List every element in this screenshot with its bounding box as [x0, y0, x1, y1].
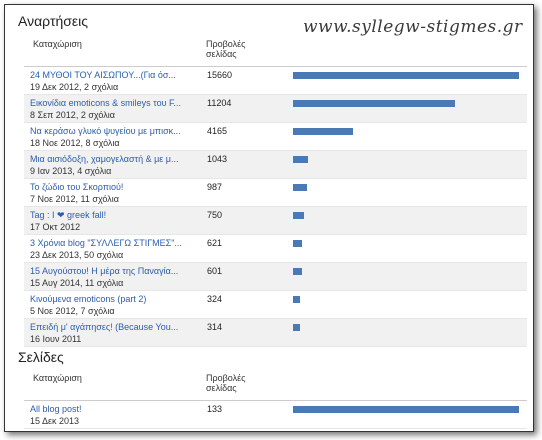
entry-meta: 18 Νοε 2012, 8 σχόλια — [30, 138, 120, 148]
table-row: Κινούμενα emoticons (part 2) 5 Νοε 2012, … — [24, 291, 527, 319]
entry-title-link[interactable]: All blog post! — [30, 404, 200, 414]
table-row: Να κεράσω γλυκό ψυγείου με μπισκ... 18 Νο… — [24, 123, 527, 151]
views-bar — [293, 406, 519, 413]
views-count: 621 — [207, 238, 223, 248]
entry-meta: 7 Νοε 2012, 11 σχόλια — [30, 194, 119, 204]
posts-section-title: Αναρτήσεις — [18, 13, 88, 29]
entry-meta: 5 Νοε 2012, 7 σχόλια — [30, 306, 115, 316]
pages-table-header: Καταχώριση Προβολές σελίδας — [24, 373, 527, 401]
views-bar-track — [293, 184, 519, 191]
entry-meta: 16 Ιουν 2011 — [30, 334, 82, 344]
views-bar — [293, 296, 300, 303]
views-bar — [293, 156, 309, 163]
views-bar — [293, 324, 300, 331]
stats-panel: Αναρτήσεις www.syllegw-stigmes.gr Καταχώ… — [4, 4, 534, 432]
views-count: 750 — [207, 210, 223, 220]
entry-title-link[interactable]: 15 Αυγούστου! Η μέρα της Παναγία... — [30, 266, 200, 276]
views-bar-track — [293, 72, 519, 79]
entry-title-link[interactable]: Επειδή μ' αγάπησες! (Because You... — [30, 322, 200, 332]
pages-rows: All blog post! 15 Δεκ 2013 133 — [24, 401, 527, 429]
views-count: 314 — [207, 322, 223, 332]
entry-meta: 17 Οκτ 2012 — [30, 222, 81, 232]
site-watermark: www.syllegw-stigmes.gr — [303, 17, 523, 37]
entry-meta: 15 Αυγ 2014, 11 σχόλια — [30, 278, 124, 288]
views-bar — [293, 212, 304, 219]
views-bar — [293, 100, 455, 107]
posts-table-header: Καταχώριση Προβολές σελίδας — [24, 39, 527, 67]
entry-title-link[interactable]: Μια αισιόδοξη, χαμογελαστή & με μ... — [30, 154, 200, 164]
views-bar-track — [293, 240, 519, 247]
pages-section-title: Σελίδες — [18, 349, 64, 365]
entry-title-link[interactable]: Το ζώδιο του Σκορπιού! — [30, 182, 200, 192]
table-row: Εικονίδια emoticons & smileys του F... 8 … — [24, 95, 527, 123]
views-count: 601 — [207, 266, 223, 276]
entry-title-link[interactable]: Tag : I ❤ greek fall! — [30, 210, 200, 221]
views-bar-track — [293, 324, 519, 331]
views-bar-track — [293, 100, 519, 107]
entry-title-link[interactable]: Εικονίδια emoticons & smileys του F... — [30, 98, 200, 108]
views-bar — [293, 184, 308, 191]
views-bar — [293, 268, 302, 275]
column-header-views: Προβολές σελίδας — [206, 39, 246, 59]
views-bar-track — [293, 268, 519, 275]
entry-meta: 15 Δεκ 2013 — [30, 416, 80, 426]
column-header-entry: Καταχώριση — [33, 373, 82, 383]
entry-title-link[interactable]: Να κεράσω γλυκό ψυγείου με μπισκ... — [30, 126, 200, 136]
table-row: All blog post! 15 Δεκ 2013 133 — [24, 401, 527, 429]
entry-title-link[interactable]: 3 Χρόνια blog "ΣΥΛΛΕΓΩ ΣΤΙΓΜΕΣ"... — [30, 238, 200, 248]
posts-rows: 24 ΜΥΘΟΙ ΤΟΥ ΑΙΣΩΠΟΥ...(Για όσ... 19 Δεκ … — [24, 67, 527, 347]
entry-meta: 23 Δεκ 2013, 50 σχόλια — [30, 250, 124, 260]
pages-table: Καταχώριση Προβολές σελίδας All blog pos… — [24, 373, 527, 429]
table-row: Το ζώδιο του Σκορπιού! 7 Νοε 2012, 11 σχό… — [24, 179, 527, 207]
views-bar — [293, 128, 354, 135]
posts-table: Καταχώριση Προβολές σελίδας 24 ΜΥΘΟΙ ΤΟΥ… — [24, 39, 527, 347]
table-row: Μια αισιόδοξη, χαμογελαστή & με μ... 9 Ια… — [24, 151, 527, 179]
views-bar-track — [293, 156, 519, 163]
column-header-views: Προβολές σελίδας — [206, 373, 246, 393]
views-count: 15660 — [207, 70, 233, 80]
table-row: 24 ΜΥΘΟΙ ΤΟΥ ΑΙΣΩΠΟΥ...(Για όσ... 19 Δεκ … — [24, 67, 527, 95]
column-header-entry: Καταχώριση — [33, 39, 82, 49]
views-count: 324 — [207, 294, 223, 304]
table-row: Επειδή μ' αγάπησες! (Because You... 16 Ιο… — [24, 319, 527, 347]
entry-meta: 19 Δεκ 2012, 2 σχόλια — [30, 82, 119, 92]
table-row: 15 Αυγούστου! Η μέρα της Παναγία... 15 Αυ… — [24, 263, 527, 291]
views-bar-track — [293, 212, 519, 219]
views-count: 1043 — [207, 154, 228, 164]
views-bar-track — [293, 296, 519, 303]
entry-meta: 8 Σεπ 2012, 2 σχόλια — [30, 110, 115, 120]
views-bar-track — [293, 406, 519, 413]
entry-title-link[interactable]: 24 ΜΥΘΟΙ ΤΟΥ ΑΙΣΩΠΟΥ...(Για όσ... — [30, 70, 200, 80]
views-count: 11204 — [207, 98, 232, 108]
views-count: 987 — [207, 182, 223, 192]
table-row: 3 Χρόνια blog "ΣΥΛΛΕΓΩ ΣΤΙΓΜΕΣ"... 23 Δεκ… — [24, 235, 527, 263]
table-row: Tag : I ❤ greek fall! 17 Οκτ 2012 750 — [24, 207, 527, 235]
views-bar — [293, 240, 302, 247]
entry-title-link[interactable]: Κινούμενα emoticons (part 2) — [30, 294, 200, 304]
views-count: 4165 — [207, 126, 228, 136]
views-bar-track — [293, 128, 519, 135]
views-bar — [293, 72, 519, 79]
views-count: 133 — [207, 404, 223, 414]
entry-meta: 9 Ιαν 2013, 4 σχόλια — [30, 166, 112, 176]
